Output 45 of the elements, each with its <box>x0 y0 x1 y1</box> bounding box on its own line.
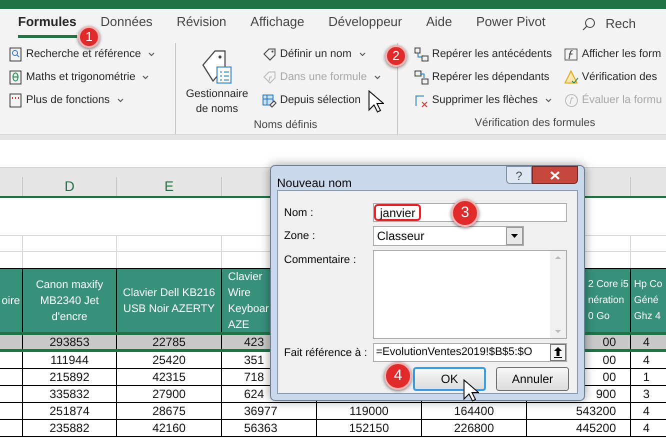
table-cell-text: 28675 <box>152 403 186 420</box>
table-cell-text: 293853 <box>49 334 90 351</box>
table-cell-text: 543200 <box>576 403 616 420</box>
table-cell-text: 4 <box>643 334 650 351</box>
table-cell-text: 351 <box>244 352 264 369</box>
table-cell-text: 152150 <box>348 420 390 437</box>
table-cell-text: 42160 <box>152 420 186 437</box>
table-cell-text: 42315 <box>152 369 186 386</box>
group-label: Vérification des formules <box>474 116 596 130</box>
dialog-title: Nouveau nom <box>277 175 352 192</box>
table-cell-text: 423 <box>244 334 264 351</box>
table-cell-text: 445200 <box>576 420 616 437</box>
table-header-cell: Canon maxify MB2340 Jet d'encre <box>23 269 117 332</box>
group-label: Noms définis <box>252 118 318 133</box>
table-cell-text: 624 <box>244 386 264 403</box>
table-cell-text: 235882 <box>49 420 90 437</box>
table-header-cell: Hp Co Géné Ghz 4 <box>631 269 666 332</box>
table-cell-text: 00 <box>602 352 616 369</box>
table-cell-text: 335832 <box>49 386 90 403</box>
table-cell-text: 00 <box>602 369 616 386</box>
table-cell-text: 36977 <box>244 403 278 420</box>
table-cell-text: 4 <box>643 403 650 420</box>
table-cell-text: 215892 <box>49 369 90 386</box>
table-cell-text: 119000 <box>349 403 389 420</box>
table-cell-text: 900 <box>596 386 616 403</box>
field-label: Fait référence à : <box>283 346 368 361</box>
table-cell-text: 251874 <box>49 403 90 420</box>
table-cell-text: 27900 <box>152 386 186 403</box>
table-cell-text: 111944 <box>50 352 89 369</box>
table-cell-text: 4 <box>643 420 650 437</box>
table-header-cell: Clavier Dell KB216 USB Noir AZERTY <box>117 269 222 332</box>
table-cell-text: 22785 <box>152 334 186 351</box>
table-cell-text: 4 <box>643 352 650 369</box>
field-label: Nom : <box>283 206 314 221</box>
table-cell-text: 1 <box>643 369 650 386</box>
table-header-cell: oire <box>0 269 23 332</box>
table-cell-text: 25420 <box>152 352 186 369</box>
table-cell-text: 226800 <box>454 420 494 437</box>
table-cell-text: 56363 <box>244 420 278 437</box>
field-label: Commentaire : <box>283 253 358 268</box>
table-cell-text: 164400 <box>454 403 494 420</box>
table-cell-text: 718 <box>244 369 264 386</box>
table-cell-text: 00 <box>602 334 616 351</box>
table-cell-text: 3 <box>643 386 650 403</box>
field-label: Zone : <box>283 229 316 244</box>
